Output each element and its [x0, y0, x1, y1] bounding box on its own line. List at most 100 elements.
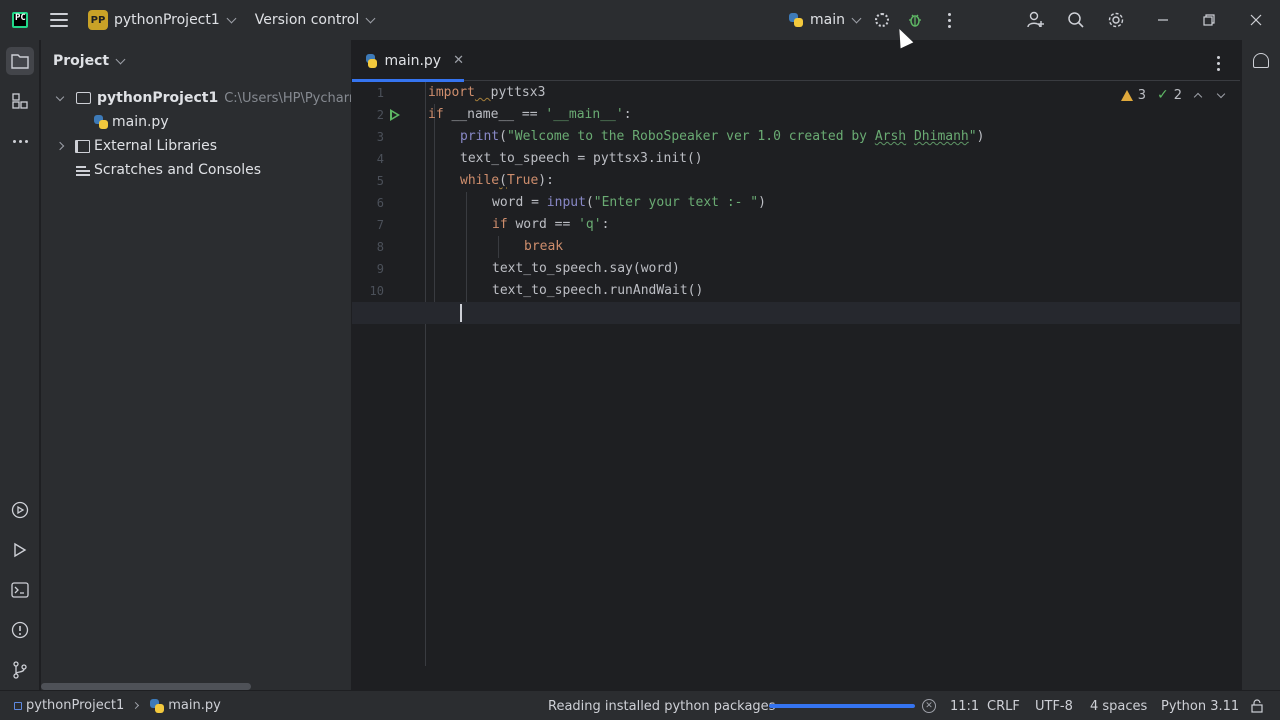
title-bar: PC PP pythonProject1 Version control mai…	[0, 0, 1280, 40]
play-icon	[14, 542, 27, 558]
run-loading-button[interactable]	[872, 10, 892, 30]
run-gutter-icon[interactable]	[390, 109, 400, 121]
more-actions-icon[interactable]	[939, 10, 959, 30]
run-tool-button[interactable]	[6, 536, 34, 564]
settings-button[interactable]	[1106, 10, 1126, 30]
background-task-progress[interactable]	[769, 704, 915, 708]
line-number: 9	[376, 262, 384, 276]
tree-item-path: C:\Users\HP\PycharmPro	[224, 90, 351, 106]
close-window-button[interactable]	[1246, 10, 1266, 30]
services-tool-button[interactable]	[6, 496, 34, 524]
folder-icon	[76, 92, 91, 104]
line-separator[interactable]: CRLF	[987, 699, 1020, 714]
indent-setting[interactable]: 4 spaces	[1090, 699, 1147, 714]
expand-arrow-icon[interactable]	[55, 141, 65, 151]
terminal-tool-button[interactable]	[6, 576, 34, 604]
add-user-button[interactable]	[1026, 10, 1046, 30]
restore-window-button[interactable]	[1199, 10, 1219, 30]
tree-item-label: Scratches and Consoles	[94, 162, 261, 178]
chevron-down-icon[interactable]	[226, 13, 237, 23]
code-line-6: word = input("Enter your text :- ")	[492, 195, 766, 210]
python-file-icon	[789, 13, 803, 27]
services-icon	[11, 501, 29, 519]
project-switcher[interactable]: pythonProject1	[114, 12, 220, 28]
python-interpreter[interactable]: Python 3.11	[1161, 699, 1239, 714]
read-only-toggle-icon[interactable]	[1250, 699, 1264, 713]
tree-item-label: External Libraries	[94, 138, 217, 154]
code-line-3: print("Welcome to the RoboSpeaker ver 1.…	[460, 129, 985, 144]
breadcrumb-file[interactable]: main.py	[168, 698, 221, 713]
breadcrumb-project[interactable]: pythonProject1	[26, 698, 124, 713]
expand-arrow-icon[interactable]	[55, 92, 65, 101]
git-branch-icon	[13, 661, 27, 679]
horizontal-scrollbar[interactable]	[41, 683, 251, 690]
close-tab-icon[interactable]: ✕	[453, 53, 464, 68]
tree-item-scratches[interactable]: Scratches and Consoles	[76, 158, 261, 182]
python-file-icon	[94, 115, 108, 129]
line-number: 3	[376, 130, 384, 144]
structure-tool-button[interactable]	[6, 87, 34, 115]
code-line-1: import pyttsx3	[428, 85, 546, 100]
code-line-7: if word == 'q':	[492, 217, 610, 232]
line-number: 5	[376, 174, 384, 188]
breadcrumb-separator-icon	[132, 701, 140, 710]
search-button[interactable]	[1066, 10, 1086, 30]
line-number: 8	[376, 240, 384, 254]
project-panel-header[interactable]: Project	[53, 53, 126, 69]
project-panel: Project pythonProject1 C:\Users\HP\Pycha…	[41, 40, 351, 690]
tree-item-label: pythonProject1	[97, 90, 219, 106]
caret-position[interactable]: 11:1	[950, 699, 979, 714]
code-line-8: break	[524, 239, 564, 254]
tree-item-external-libraries[interactable]: External Libraries	[55, 134, 217, 158]
terminal-icon	[11, 582, 29, 598]
python-file-icon	[366, 53, 378, 68]
folder-icon	[11, 54, 29, 69]
tab-main-py[interactable]: main.py ✕	[352, 40, 464, 82]
loading-spinner-icon	[875, 13, 889, 27]
cancel-task-icon[interactable]: ✕	[922, 699, 936, 713]
bug-icon	[909, 14, 921, 27]
line-number: 7	[376, 218, 384, 232]
indent-guide	[434, 104, 435, 302]
project-badge[interactable]: PP	[88, 10, 108, 30]
run-config-selector[interactable]: main	[789, 0, 862, 40]
background-task-label[interactable]: Reading installed python packages	[548, 699, 775, 714]
project-tool-button[interactable]	[6, 47, 34, 75]
indent-guide	[498, 236, 499, 258]
notifications-bell-icon[interactable]	[1253, 53, 1269, 68]
line-number: 6	[376, 196, 384, 210]
minimize-window-button[interactable]	[1153, 10, 1173, 30]
tree-item-project-root[interactable]: pythonProject1 C:\Users\HP\PycharmPro	[55, 86, 351, 110]
editor-area: main.py ✕ 3 ✓ 2 1 2 3 4 5 6 7 8 9 10 11 …	[352, 40, 1240, 690]
main-menu-icon[interactable]	[50, 13, 68, 27]
current-line-highlight	[352, 302, 1240, 324]
problems-tool-button[interactable]	[6, 616, 34, 644]
line-number: 10	[369, 284, 384, 298]
close-icon	[1250, 14, 1262, 26]
file-encoding[interactable]: UTF-8	[1035, 699, 1073, 714]
version-control-menu[interactable]: Version control	[255, 12, 359, 28]
pycharm-logo-icon[interactable]: PC	[12, 12, 28, 28]
line-number: 4	[376, 152, 384, 166]
git-tool-button[interactable]	[6, 656, 34, 684]
minimize-icon	[1158, 19, 1168, 21]
code-editor[interactable]: import pyttsx3 if __name__ == '__main__'…	[352, 82, 1240, 666]
tab-actions-icon[interactable]	[1208, 53, 1228, 73]
tab-label: main.py	[384, 52, 442, 69]
chevron-down-icon[interactable]	[365, 13, 376, 23]
code-line-5: while(True):	[460, 173, 554, 188]
left-tool-strip	[0, 40, 40, 690]
code-line-10: text_to_speech.runAndWait()	[492, 283, 704, 298]
run-config-label: main	[810, 12, 845, 28]
text-caret	[460, 304, 462, 322]
line-number: 1	[376, 86, 384, 100]
debug-button[interactable]	[905, 10, 925, 30]
tree-item-main-py[interactable]: main.py	[94, 110, 169, 134]
gear-icon	[1108, 12, 1124, 28]
code-line-9: text_to_speech.say(word)	[492, 261, 680, 276]
status-bar: pythonProject1 main.py Reading installed…	[0, 690, 1280, 720]
more-tools-button[interactable]	[6, 127, 34, 155]
indent-guide	[466, 192, 467, 302]
editor-tab-bar: main.py ✕	[352, 40, 1240, 82]
code-line-2: if __name__ == '__main__':	[428, 107, 632, 122]
